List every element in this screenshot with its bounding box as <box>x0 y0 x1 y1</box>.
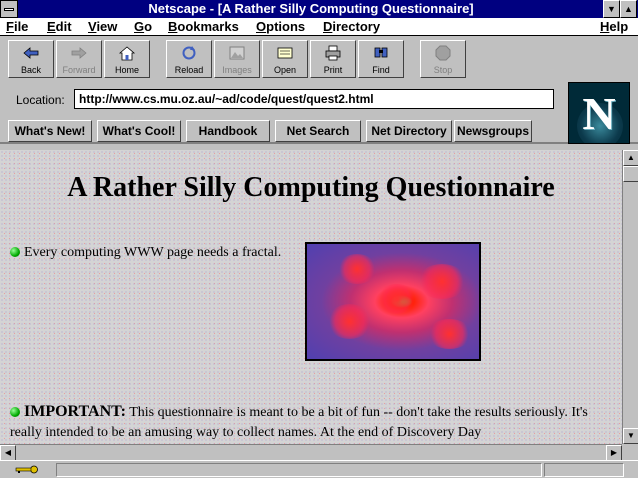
menu-bar: File Edit View Go Bookmarks Options Dire… <box>0 18 638 36</box>
net-search-button[interactable]: Net Search <box>275 120 361 142</box>
print-button[interactable]: Print <box>310 40 356 78</box>
handbook-button[interactable]: Handbook <box>186 120 270 142</box>
progress-bar <box>544 463 624 477</box>
window-title: Netscape - [A Rather Silly Computing Que… <box>148 1 474 16</box>
scroll-left-button[interactable]: ◀ <box>0 445 16 461</box>
menu-view[interactable]: View <box>88 19 117 35</box>
status-bar <box>0 460 638 478</box>
system-menu-icon[interactable] <box>0 0 18 18</box>
back-arrow-icon <box>23 47 39 59</box>
menu-edit[interactable]: Edit <box>47 19 72 35</box>
reload-button[interactable]: Reload <box>166 40 212 78</box>
security-key-icon <box>12 465 42 474</box>
home-icon <box>118 46 136 61</box>
whats-new-button[interactable]: What's New! <box>8 120 92 142</box>
menu-directory[interactable]: Directory <box>323 19 380 35</box>
scroll-right-button[interactable]: ▶ <box>606 445 622 461</box>
scroll-down-button[interactable]: ▼ <box>623 428 638 444</box>
scroll-up-button[interactable]: ▲ <box>623 150 638 166</box>
horizontal-scrollbar[interactable]: ◀ ▶ <box>0 444 622 461</box>
stop-icon <box>435 45 451 61</box>
netscape-logo[interactable]: N <box>568 82 630 144</box>
print-icon <box>325 45 341 61</box>
menu-file[interactable]: File <box>6 19 28 35</box>
forward-button[interactable]: Forward <box>56 40 102 78</box>
page-content: A Rather Silly Computing Questionnaire E… <box>0 150 622 444</box>
status-message <box>56 463 542 477</box>
toolbar-area: Back Forward Home Reload Images Open Pri… <box>0 36 638 144</box>
whats-cool-button[interactable]: What's Cool! <box>97 120 181 142</box>
images-icon <box>229 46 245 60</box>
important-paragraph: IMPORTANT: This questionnaire is meant t… <box>10 402 610 443</box>
green-bullet-icon <box>10 247 20 257</box>
home-button[interactable]: Home <box>104 40 150 78</box>
minimize-button[interactable]: ▼ <box>603 0 620 18</box>
vertical-scrollbar[interactable]: ▲ ▼ <box>622 150 638 444</box>
scroll-thumb[interactable] <box>623 166 638 182</box>
forward-arrow-icon <box>71 47 87 59</box>
net-directory-button[interactable]: Net Directory <box>366 120 452 142</box>
menu-help[interactable]: Help <box>600 19 628 35</box>
reload-icon <box>182 46 196 60</box>
scroll-corner <box>622 444 638 460</box>
title-bar: Netscape - [A Rather Silly Computing Que… <box>0 0 638 18</box>
menu-bookmarks[interactable]: Bookmarks <box>168 19 239 35</box>
maximize-button[interactable]: ▲ <box>620 0 637 18</box>
location-input[interactable] <box>74 89 554 109</box>
back-button[interactable]: Back <box>8 40 54 78</box>
images-button[interactable]: Images <box>214 40 260 78</box>
menu-options[interactable]: Options <box>256 19 305 35</box>
newsgroups-button[interactable]: Newsgroups <box>454 120 532 142</box>
location-label: Location: <box>16 93 65 107</box>
fractal-line: Every computing WWW page needs a fractal… <box>10 245 281 261</box>
find-icon <box>374 47 388 58</box>
page-heading: A Rather Silly Computing Questionnaire <box>67 172 555 203</box>
menu-go[interactable]: Go <box>134 19 152 35</box>
green-bullet-icon <box>10 407 20 417</box>
open-icon <box>277 47 293 59</box>
stop-button[interactable]: Stop <box>420 40 466 78</box>
fractal-image <box>305 242 481 361</box>
important-label: IMPORTANT: <box>24 403 126 420</box>
open-button[interactable]: Open <box>262 40 308 78</box>
logo-letter: N <box>582 88 616 139</box>
find-button[interactable]: Find <box>358 40 404 78</box>
